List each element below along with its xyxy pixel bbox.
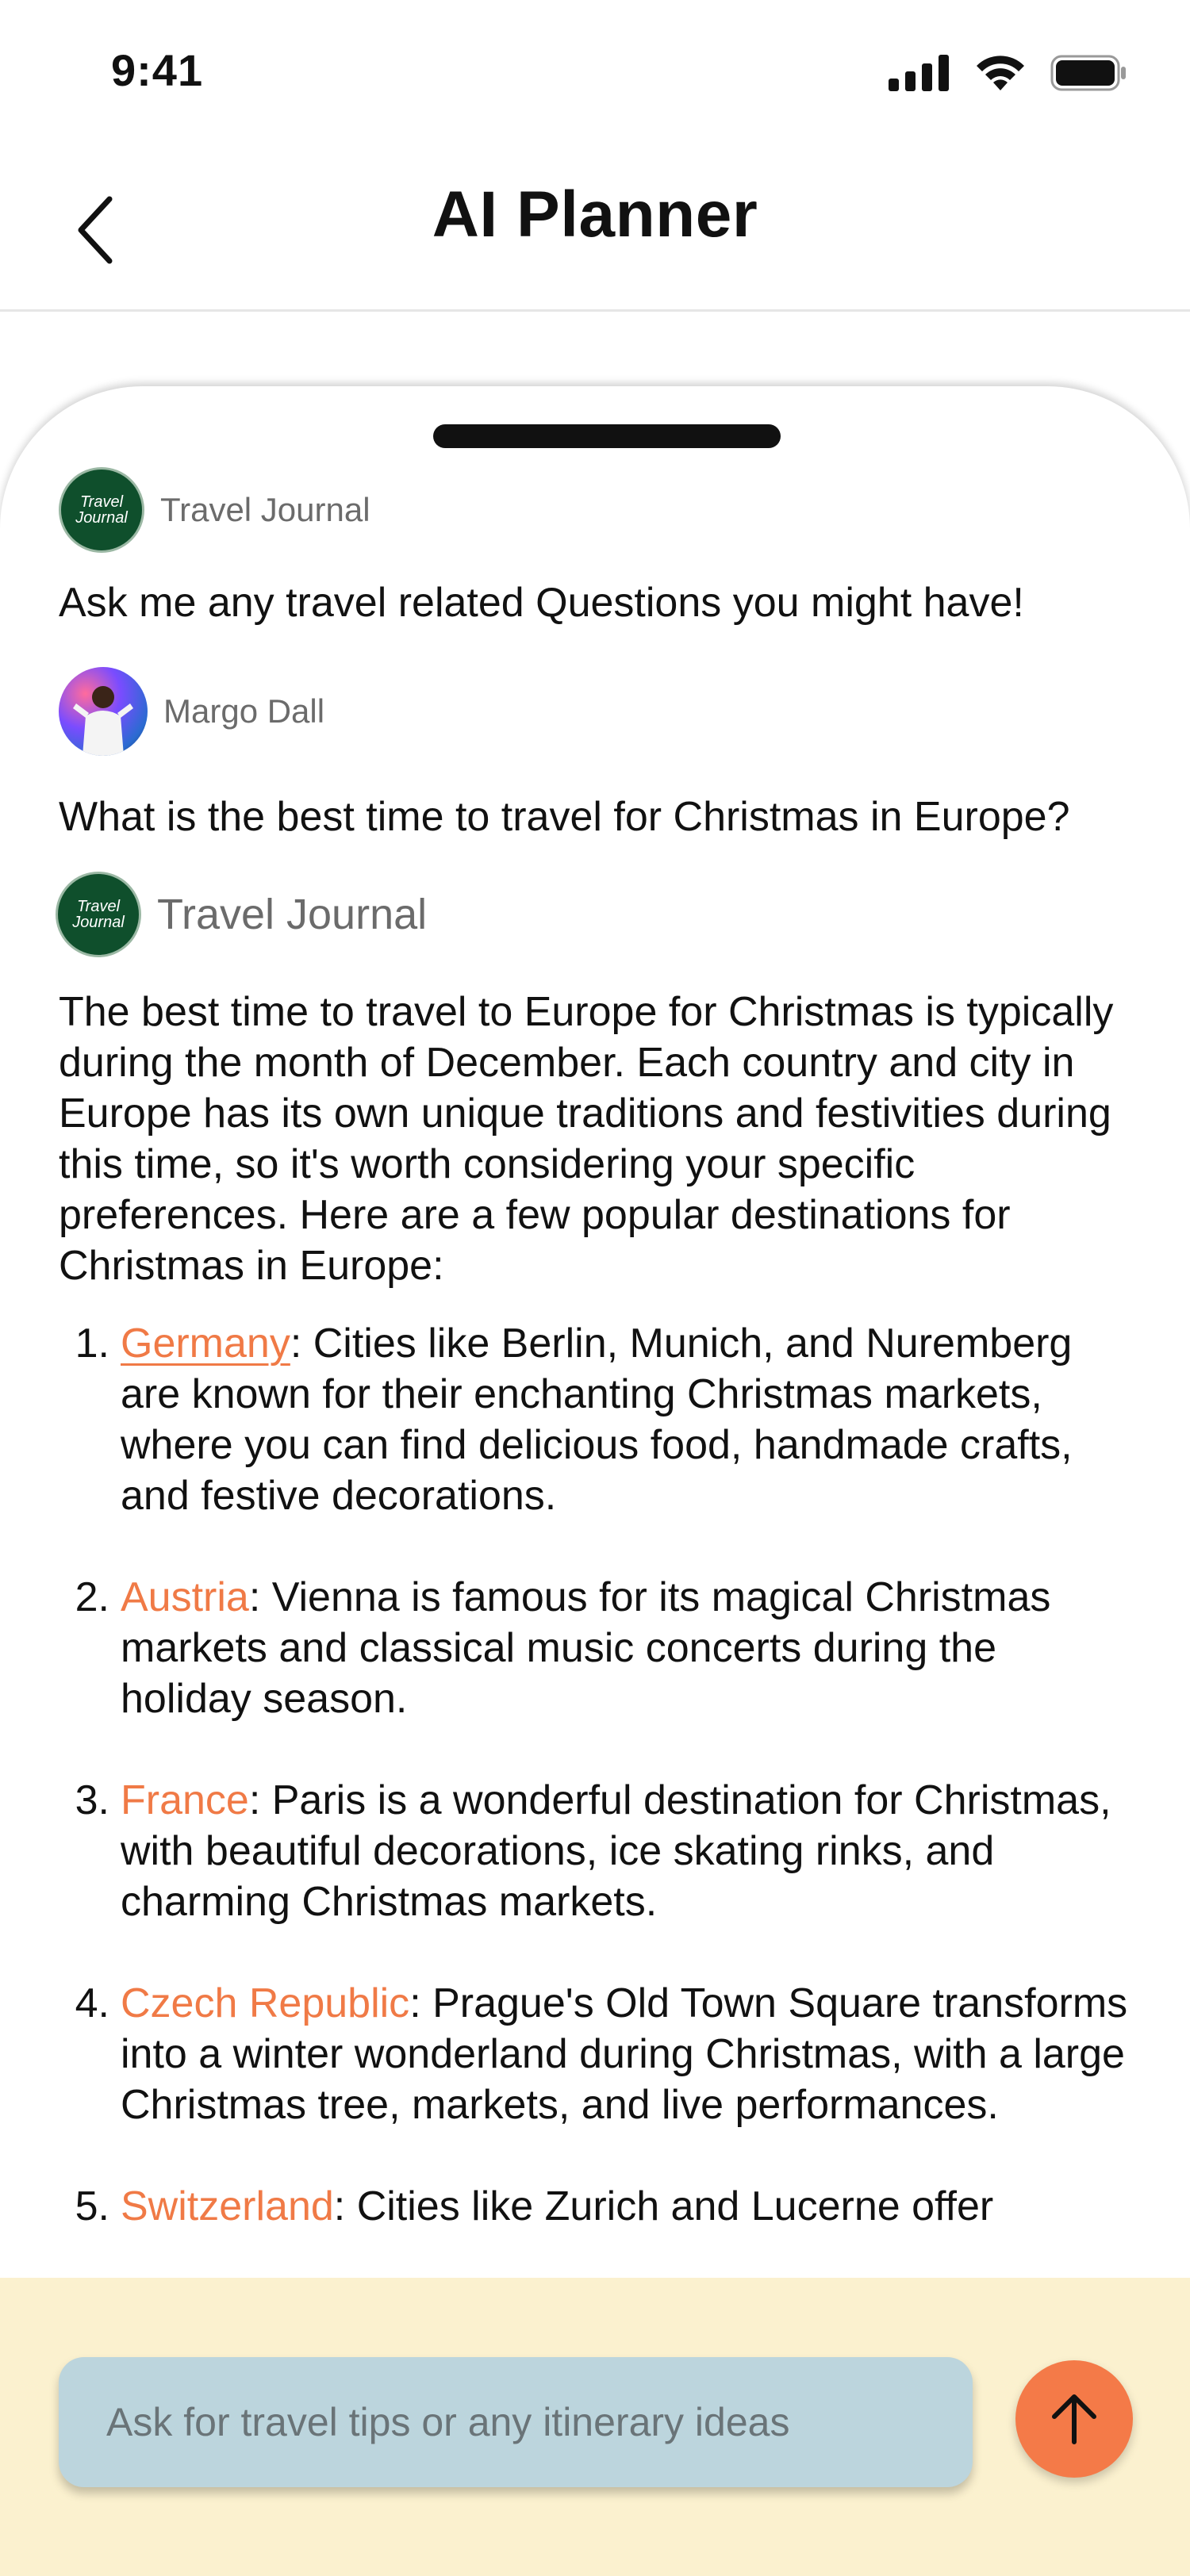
message-text: The best time to travel to Europe for Ch… bbox=[59, 989, 1114, 1289]
message-input[interactable] bbox=[105, 2398, 973, 2446]
message-composer bbox=[0, 2278, 1190, 2576]
destination-link[interactable]: Switzerland bbox=[121, 2183, 334, 2229]
sender-name: Travel Journal bbox=[160, 491, 370, 528]
sender-name: Travel Journal bbox=[157, 891, 428, 938]
chat-sheet[interactable]: Travel Journal Travel Journal Ask me any… bbox=[0, 386, 1190, 2290]
person-photo-icon bbox=[73, 686, 133, 756]
message-sender: Travel Journal Travel Journal bbox=[56, 872, 427, 957]
battery-icon bbox=[1050, 55, 1126, 91]
message-sender: Margo Dall bbox=[59, 667, 324, 756]
message-input-container[interactable] bbox=[59, 2357, 973, 2487]
travel-journal-logo-avatar: Travel Journal bbox=[56, 872, 141, 957]
list-item-text: : Paris is a wonderful destination for C… bbox=[121, 1777, 1111, 1925]
list-item-number: 2. bbox=[75, 1574, 109, 1620]
status-bar: 9:41 bbox=[0, 0, 1190, 151]
user-avatar bbox=[59, 667, 148, 756]
arrow-up-icon bbox=[1052, 2394, 1096, 2444]
list-item-number: 1. bbox=[75, 1321, 109, 1367]
cellular-signal-icon bbox=[889, 55, 949, 91]
sender-name: Margo Dall bbox=[163, 692, 325, 730]
message-text: What is the best time to travel for Chri… bbox=[59, 794, 1070, 840]
wifi-icon bbox=[977, 56, 1024, 90]
message-sender: Travel Journal Travel Journal bbox=[59, 467, 370, 553]
list-item-number: 4. bbox=[75, 1980, 109, 2026]
destination-link[interactable]: Germany bbox=[121, 1321, 290, 1367]
list-item: 1. Germany: Cities like Berlin, Munich, a… bbox=[59, 1318, 1138, 1521]
list-item-text: : Cities like Zurich and Lucerne offer bbox=[333, 2183, 994, 2229]
send-button[interactable] bbox=[1015, 2360, 1133, 2478]
sheet-grab-handle[interactable] bbox=[433, 424, 781, 448]
status-time: 9:41 bbox=[111, 45, 204, 95]
destination-link[interactable]: Austria bbox=[121, 1574, 249, 1620]
status-icons bbox=[889, 54, 1127, 92]
list-item: 5. Switzerland: Cities like Zurich and Lu… bbox=[59, 2181, 1138, 2232]
list-item-number: 3. bbox=[75, 1777, 109, 1823]
list-item-number: 5. bbox=[75, 2183, 109, 2229]
destination-link[interactable]: France bbox=[121, 1777, 249, 1823]
list-item-text: : Vienna is famous for its magical Chris… bbox=[121, 1574, 1051, 1722]
destination-link[interactable]: Czech Republic bbox=[121, 1980, 409, 2026]
list-item: 3. France: Paris is a wonderful destinati… bbox=[59, 1775, 1138, 1927]
destination-list: 1. Germany: Cities like Berlin, Munich, a… bbox=[59, 1318, 1138, 2283]
list-item: 4. Czech Republic: Prague's Old Town Squa… bbox=[59, 1978, 1138, 2130]
list-item: 2. Austria: Vienna is famous for its magi… bbox=[59, 1572, 1138, 1724]
page-title: AI Planner bbox=[432, 178, 758, 251]
header: AI Planner bbox=[0, 151, 1190, 312]
message-text: Ask me any travel related Questions you … bbox=[59, 580, 1024, 626]
travel-journal-logo-avatar: Travel Journal bbox=[59, 467, 144, 553]
